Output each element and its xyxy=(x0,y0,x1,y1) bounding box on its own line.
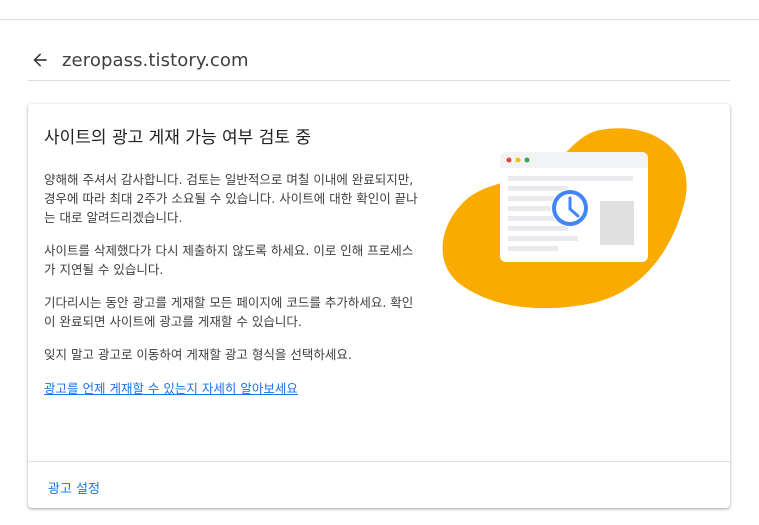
top-divider xyxy=(0,19,759,20)
paragraph-choose-format: 잊지 말고 광고로 이동하여 게재할 광고 형식을 선택하세요. xyxy=(44,347,352,362)
paragraph-add-code: 기다리시는 동안 광고를 게재할 모든 페이지에 코드를 추가하세요. 확인이 … xyxy=(44,295,414,329)
ad-settings-button[interactable]: 광고 설정 xyxy=(48,476,100,499)
header-divider xyxy=(28,80,730,81)
arrow-back-icon xyxy=(33,53,47,67)
page-header: zeropass.tistory.com xyxy=(28,40,730,80)
review-illustration xyxy=(440,126,690,316)
card-body: 사이트의 광고 게재 가능 여부 검토 중 양해해 주셔서 감사합니다. 검토는… xyxy=(44,126,424,398)
card-divider xyxy=(28,461,730,462)
paragraph-no-resubmit: 사이트를 삭제했다가 다시 제출하지 않도록 하세요. 이로 인해 프로세스가 … xyxy=(44,243,414,277)
card-title: 사이트의 광고 게재 가능 여부 검토 중 xyxy=(44,128,312,148)
back-button[interactable] xyxy=(28,48,52,72)
clock-icon xyxy=(551,189,589,227)
paragraph-thanks: 양해해 주셔서 감사합니다. 검토는 일반적으로 며칠 이내에 완료되지만, 경… xyxy=(44,172,418,225)
review-card: 사이트의 광고 게재 가능 여부 검토 중 양해해 주셔서 감사합니다. 검토는… xyxy=(28,104,730,508)
site-title: zeropass.tistory.com xyxy=(62,49,249,71)
learn-more-link[interactable]: 광고를 언제 게재할 수 있는지 자세히 알아보세요 xyxy=(44,381,298,396)
